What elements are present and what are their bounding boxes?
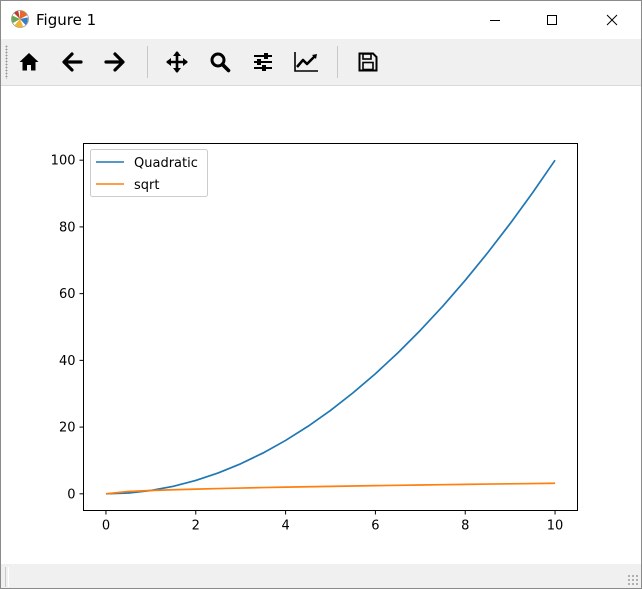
matplotlib-logo-icon [11, 10, 29, 28]
y-tick-label: 40 [59, 354, 76, 369]
x-tick-label: 6 [371, 519, 379, 534]
series-line-quadratic [105, 159, 556, 495]
x-tick-label: 8 [461, 519, 469, 534]
subplots-button[interactable] [246, 45, 280, 79]
y-tick-label: 100 [51, 154, 76, 169]
pan-button[interactable] [160, 45, 194, 79]
home-icon [19, 53, 39, 71]
arrow-left-icon [62, 52, 83, 72]
line-chart[interactable]: 0 2 4 6 8 10020406080100 Quadratic sqrt [1, 86, 641, 564]
legend-label-quadratic: Quadratic [134, 156, 198, 171]
sliders-icon [254, 53, 272, 71]
legend-label-sqrt: sqrt [134, 178, 159, 193]
y-tick-label: 20 [59, 421, 76, 436]
minimize-button[interactable] [472, 1, 518, 39]
arrow-right-icon [104, 52, 125, 72]
title-bar[interactable]: Figure 1 [1, 1, 641, 39]
save-button[interactable] [351, 45, 385, 79]
x-tick-label: 10 [547, 519, 564, 534]
y-tick-label: 80 [59, 220, 76, 235]
back-button[interactable] [55, 45, 89, 79]
close-icon [606, 14, 618, 26]
figure-window: Figure 1 0 2 4 6 8 10 0 20 40 60 80 100 … [0, 0, 642, 589]
y-tick-label: 60 [59, 287, 76, 302]
x-tick-label: 4 [281, 519, 289, 534]
axes-frame [83, 143, 578, 511]
home-button[interactable] [12, 45, 46, 79]
minimize-icon [490, 20, 500, 21]
toolbar-separator [147, 46, 148, 78]
floppy-disk-icon [358, 52, 378, 72]
y-tick-label: 0 [67, 487, 75, 502]
maximize-button[interactable] [529, 1, 575, 39]
zoom-button[interactable] [203, 45, 237, 79]
toolbar-separator [337, 46, 338, 78]
x-tick-label: 2 [192, 519, 200, 534]
magnifier-icon [210, 52, 231, 73]
resize-grip-icon[interactable] [627, 574, 639, 586]
close-button[interactable] [589, 1, 635, 39]
move-icon [166, 51, 188, 73]
navigation-toolbar [1, 39, 641, 86]
x-tick-label: 0 [102, 519, 110, 534]
line-chart-icon [294, 52, 318, 72]
forward-button[interactable] [98, 45, 132, 79]
status-bar [1, 564, 641, 588]
series-line-sqrt [105, 482, 556, 495]
legend: Quadratic sqrt [90, 149, 208, 197]
toolbar-grip[interactable] [5, 45, 8, 79]
window-title: Figure 1 [36, 11, 97, 29]
status-separator [5, 567, 9, 587]
figure-canvas[interactable]: 0 2 4 6 8 10 0 20 40 60 80 100 Quadratic sqrt [1, 86, 641, 564]
customize-button[interactable] [289, 45, 323, 79]
maximize-icon [547, 15, 557, 25]
